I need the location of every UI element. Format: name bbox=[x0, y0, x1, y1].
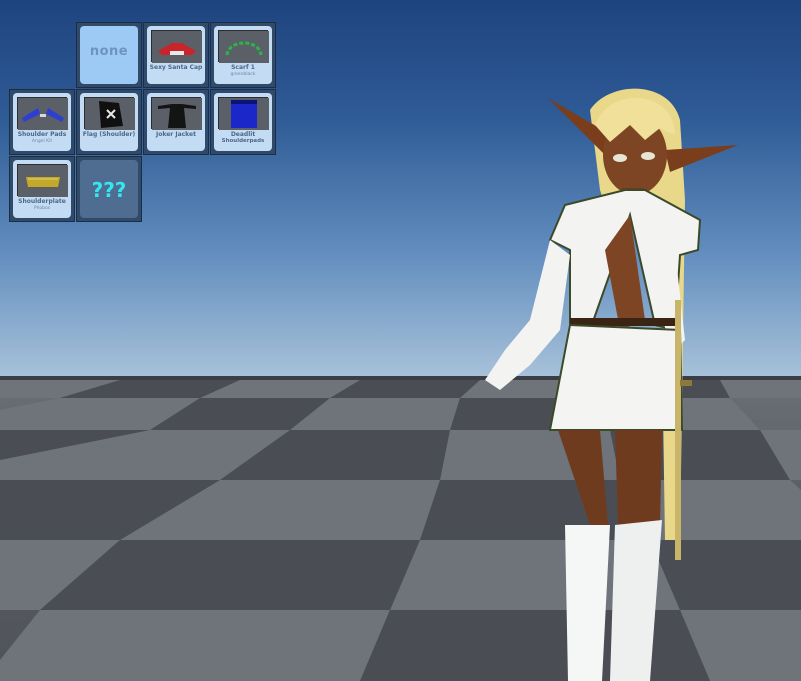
inventory-slot-santa-cap[interactable]: Sexy Santa Cap bbox=[143, 22, 209, 88]
inventory-slot-none[interactable]: none bbox=[76, 22, 142, 88]
slot-label: Shoulderplate bbox=[18, 198, 66, 205]
scarf-thumbnail bbox=[218, 30, 269, 63]
santa-cap-thumbnail bbox=[151, 30, 202, 63]
flag-thumbnail bbox=[84, 97, 135, 130]
shoulder-pads-thumbnail bbox=[17, 97, 68, 130]
inventory-slot-mystery[interactable]: ??? bbox=[76, 156, 142, 222]
slot-card: none bbox=[80, 26, 138, 84]
slot-label: Joker Jacket bbox=[156, 131, 196, 138]
inventory-panel: none Sexy Santa Cap Scarf 1 greenblack S… bbox=[9, 22, 277, 224]
slot-sublabel: Phobos bbox=[33, 206, 51, 211]
slot-label: Deadlit bbox=[230, 131, 256, 138]
slot-card: Sexy Santa Cap bbox=[147, 26, 205, 84]
character-model bbox=[470, 80, 770, 681]
inventory-slot-deadlit[interactable]: Deadlit Shoulderpads bbox=[210, 89, 276, 155]
inventory-slot-joker-jacket[interactable]: Joker Jacket bbox=[143, 89, 209, 155]
inventory-slot-shoulderplate[interactable]: Shoulderplate Phobos bbox=[9, 156, 75, 222]
deadlit-thumbnail bbox=[218, 97, 269, 130]
shoulderplate-thumbnail bbox=[17, 164, 68, 197]
slot-card: ??? bbox=[80, 160, 138, 218]
slot-label: Scarf 1 bbox=[231, 64, 255, 71]
slot-card: Joker Jacket bbox=[147, 93, 205, 151]
inventory-slot-scarf[interactable]: Scarf 1 greenblack bbox=[210, 22, 276, 88]
slot-card: Scarf 1 greenblack bbox=[214, 26, 272, 84]
slot-card: Flag (Shoulder) bbox=[80, 93, 138, 151]
slot-card: Shoulder Pads Angel Kit bbox=[13, 93, 71, 151]
mystery-label: ??? bbox=[91, 178, 127, 202]
slot-sublabel: Angel Kit bbox=[31, 139, 53, 144]
jacket-thumbnail bbox=[151, 97, 202, 130]
slot-label: none bbox=[89, 44, 129, 59]
slot-label: Sexy Santa Cap bbox=[149, 64, 203, 71]
slot-card: Shoulderplate Phobos bbox=[13, 160, 71, 218]
slot-label: Shoulder Pads bbox=[17, 131, 67, 138]
slot-sublabel: Shoulderpads bbox=[221, 138, 265, 144]
inventory-slot-shoulder-pads[interactable]: Shoulder Pads Angel Kit bbox=[9, 89, 75, 155]
slot-label: Flag (Shoulder) bbox=[82, 131, 136, 138]
slot-card: Deadlit Shoulderpads bbox=[214, 93, 272, 151]
slot-sublabel: greenblack bbox=[230, 72, 256, 77]
inventory-slot-flag[interactable]: Flag (Shoulder) bbox=[76, 89, 142, 155]
